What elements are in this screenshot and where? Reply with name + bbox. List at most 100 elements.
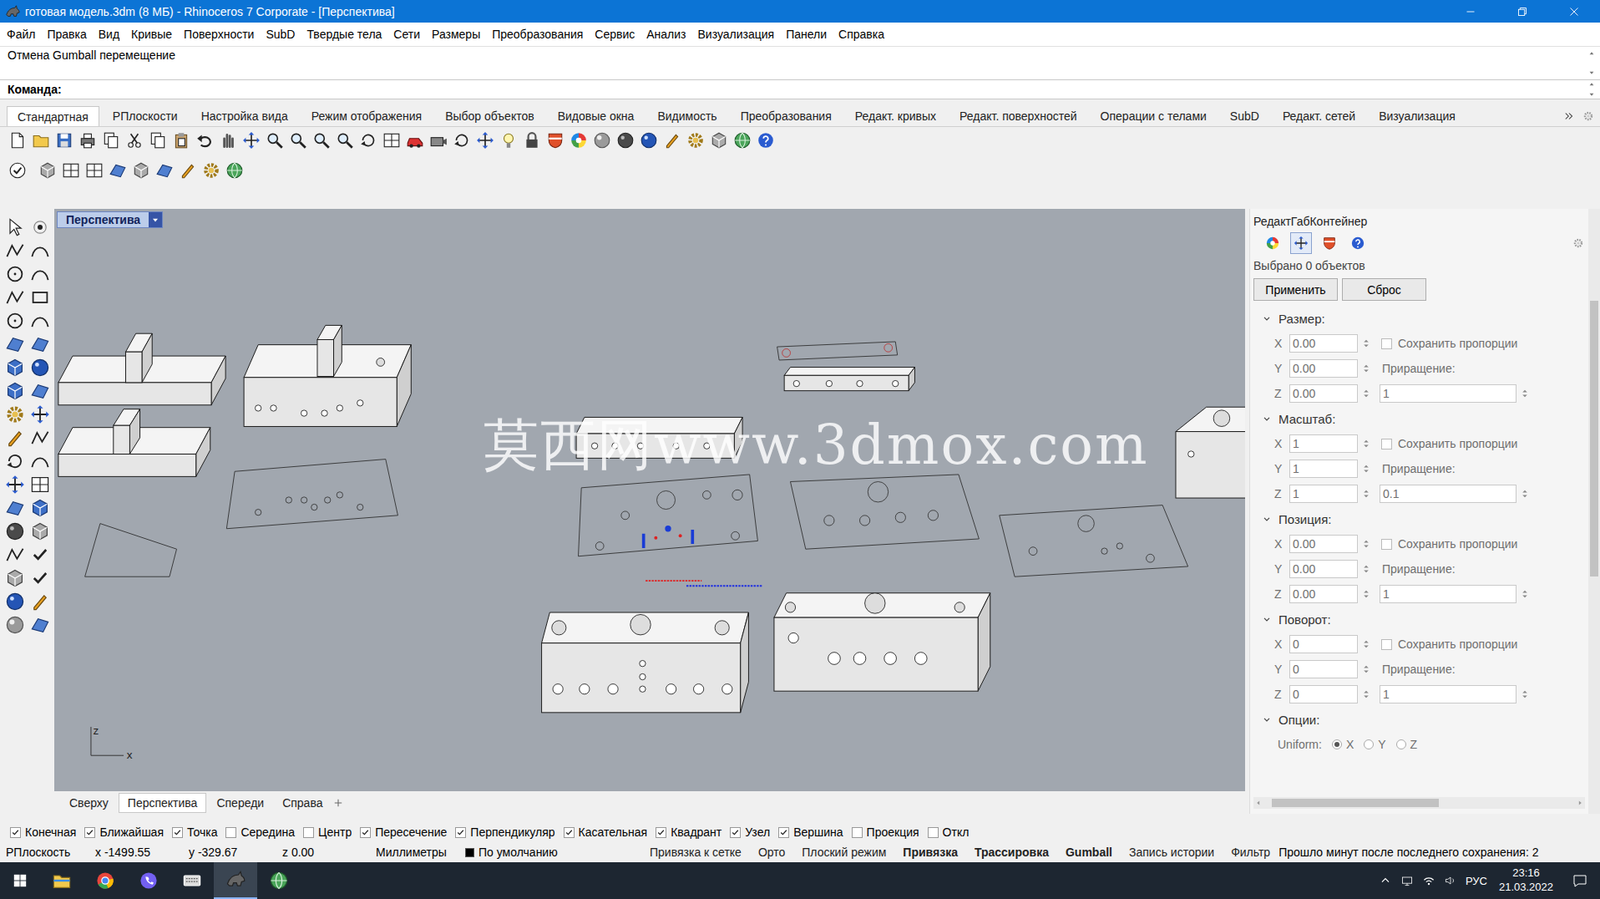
move-arrows-icon[interactable] [1293,235,1309,251]
toolbar-tab[interactable]: Редакт. кривых [845,106,947,127]
selected-pins[interactable] [643,525,694,548]
small-gear-icon[interactable] [1581,109,1595,123]
polyline-icon[interactable] [5,287,26,308]
save-disk-icon[interactable] [55,131,74,150]
osnap-checkbox[interactable] [359,826,371,838]
arc-curve-icon[interactable] [30,450,51,471]
blue-sphere-icon[interactable] [639,131,659,150]
pen-icon[interactable] [663,131,682,150]
osnap-option[interactable]: Квадрант [655,825,722,839]
menu-item[interactable]: Вид [92,27,126,41]
command-scrollbar[interactable] [1584,77,1600,102]
mold-block[interactable] [125,333,152,383]
status-toggle[interactable]: Запись истории [1120,845,1223,859]
toolbar-tab[interactable]: Визуализация [1368,106,1466,127]
color-wheel-icon[interactable] [569,131,588,150]
pen-icon[interactable] [178,161,198,180]
rotate-view-icon[interactable] [452,131,471,150]
taskbar-app[interactable] [213,861,258,899]
start-button[interactable] [0,861,41,899]
arc-curve-icon[interactable] [30,263,51,284]
arc-curve-icon[interactable] [30,240,51,261]
viewport-tab[interactable]: Спереди [207,793,273,812]
double-chevron-icon[interactable] [1563,110,1575,122]
surface-icon[interactable] [155,161,174,180]
value-field[interactable] [1289,434,1358,453]
increment-field[interactable] [1379,484,1517,503]
restore-icon[interactable] [1514,4,1530,20]
menu-item[interactable]: Кривые [125,27,178,41]
spin-arrows-icon[interactable] [1518,587,1531,600]
menu-item[interactable]: Преобразования [486,27,589,41]
check-icon[interactable] [30,567,51,588]
polyline-icon[interactable] [30,427,51,448]
spin-arrows-icon[interactable] [1360,462,1373,475]
increment-field[interactable] [1379,584,1517,603]
dark-sphere-icon[interactable] [5,521,26,542]
osnap-checkbox[interactable] [729,826,741,838]
value-field[interactable] [1289,384,1358,403]
scroll-right-icon[interactable] [1574,797,1585,808]
flat-plate[interactable] [789,474,979,549]
menu-item[interactable]: Справка [832,27,891,41]
history-scrollbar[interactable] [1584,46,1600,80]
scroll-left-icon[interactable] [1253,797,1264,808]
command-input[interactable] [61,81,1585,97]
spin-arrows-icon[interactable] [1518,688,1531,700]
close-button[interactable] [1548,0,1600,23]
status-toggle[interactable]: Плоский режим [793,845,895,859]
osnap-option[interactable]: Перпендикуляр [455,825,555,839]
taskbar-app[interactable] [40,861,84,899]
color-wheel-icon[interactable] [1265,235,1281,251]
taskbar-app[interactable] [83,861,127,899]
osnap-checkbox[interactable] [563,826,575,838]
dropdown-arrow-icon[interactable] [150,214,161,225]
section-header[interactable]: Опции: [1253,706,1585,732]
flat-plate[interactable] [999,505,1189,578]
osnap-checkbox[interactable] [927,826,939,838]
gray-sphere-icon[interactable] [592,131,612,150]
copy-pages-icon[interactable] [101,131,121,150]
four-viewports-icon[interactable] [61,161,81,180]
surface-icon[interactable] [108,161,127,180]
arc-curve-icon[interactable] [30,310,51,331]
uniform-radio[interactable]: Y [1363,737,1386,751]
value-field[interactable] [1289,584,1358,603]
new-document-icon[interactable] [8,131,27,150]
increment-field[interactable] [1379,384,1517,403]
spin-arrows-icon[interactable] [1518,487,1531,500]
model-scene[interactable]: zx [54,208,1246,791]
taskbar-app[interactable] [257,861,301,899]
layer-indicator[interactable]: По умолчанию [465,845,642,859]
toolbar-tab[interactable]: Стандартная [6,106,100,127]
osnap-checkbox[interactable] [778,826,790,838]
spin-arrows-icon[interactable] [1360,663,1373,675]
rotate-view-icon[interactable] [359,131,378,150]
menu-item[interactable]: Поверхности [177,27,260,41]
keep-proportions-checkbox[interactable] [1381,438,1393,450]
notification-icon[interactable] [1571,871,1589,889]
osnap-option[interactable]: Откл [927,825,970,839]
blue-cube-icon[interactable] [30,497,51,518]
menu-item[interactable]: Анализ [640,27,692,41]
menu-item[interactable]: Визуализация [692,27,781,41]
gear-icon[interactable] [5,404,26,425]
restore-button[interactable] [1496,0,1549,23]
status-toggle[interactable]: Gumball [1057,845,1121,859]
toolbar-tab[interactable]: Настройка вида [191,106,299,127]
chevron-down-icon[interactable] [1261,713,1272,725]
surface-icon[interactable] [5,497,26,518]
panel-tab[interactable] [1346,232,1369,254]
flat-plate[interactable] [226,459,398,529]
pan-hand-icon[interactable] [218,131,238,150]
osnap-option[interactable]: Конечная [10,825,76,839]
four-viewports-icon[interactable] [85,161,104,180]
move-arrows-icon[interactable] [242,131,261,150]
status-toggle[interactable]: Трассировка [966,845,1058,859]
rhino-logo-icon[interactable] [225,869,246,890]
close-icon[interactable] [1566,4,1582,20]
help-icon[interactable] [1350,235,1366,251]
speaker-icon[interactable] [1443,873,1458,887]
polyline-icon[interactable] [5,544,26,565]
file-explorer-icon[interactable] [51,870,72,891]
